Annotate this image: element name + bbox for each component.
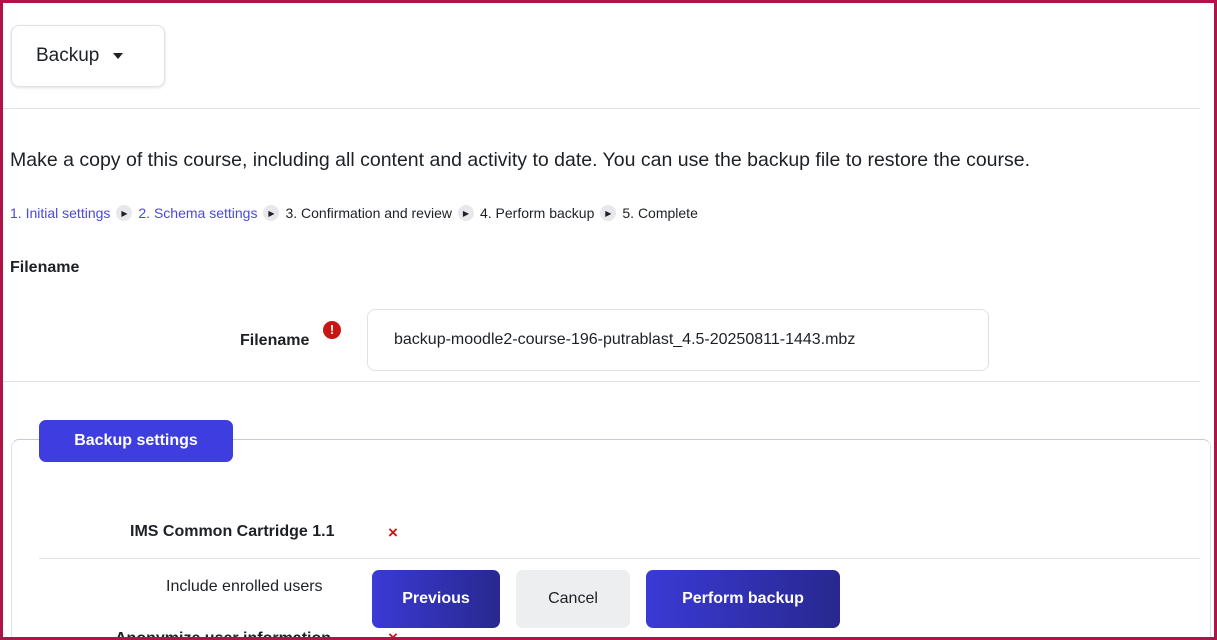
filename-input[interactable] bbox=[367, 309, 989, 371]
step-arrow-icon: ▶ bbox=[116, 205, 133, 221]
step-schema-settings[interactable]: 2. Schema settings bbox=[138, 205, 257, 221]
step-complete: 5. Complete bbox=[622, 205, 698, 221]
divider bbox=[3, 108, 1200, 109]
previous-button[interactable]: Previous bbox=[372, 570, 500, 628]
backup-dropdown[interactable]: Backup bbox=[11, 25, 165, 87]
chevron-down-icon bbox=[113, 53, 124, 59]
backup-dropdown-label: Backup bbox=[36, 45, 100, 66]
step-confirmation-review: 3. Confirmation and review bbox=[285, 205, 452, 221]
filename-section-heading: Filename bbox=[10, 259, 80, 276]
step-initial-settings[interactable]: 1. Initial settings bbox=[10, 205, 110, 221]
setting-label-ims-cc: IMS Common Cartridge 1.1 bbox=[130, 523, 335, 540]
step-perform-backup: 4. Perform backup bbox=[479, 205, 595, 221]
cross-icon: × bbox=[388, 523, 398, 542]
backup-steps-breadcrumb: 1. Initial settings ▶ 2. Schema settings… bbox=[10, 205, 698, 221]
page-content: Backup Make a copy of this course, inclu… bbox=[3, 3, 1214, 640]
step-arrow-icon: ▶ bbox=[263, 205, 280, 221]
cancel-button[interactable]: Cancel bbox=[516, 570, 630, 628]
step-arrow-icon: ▶ bbox=[457, 205, 474, 221]
filename-label: Filename bbox=[240, 332, 310, 349]
divider bbox=[3, 381, 1200, 382]
required-icon: ! bbox=[323, 321, 341, 339]
setting-label-include-users: Include enrolled users bbox=[166, 578, 323, 595]
cross-icon: × bbox=[388, 628, 398, 640]
perform-backup-button[interactable]: Perform backup bbox=[646, 570, 840, 628]
intro-text: Make a copy of this course, including al… bbox=[10, 149, 1031, 171]
step-arrow-icon: ▶ bbox=[600, 205, 617, 221]
setting-label-anonymize: Anonymize user information bbox=[115, 630, 332, 640]
backup-settings-legend[interactable]: Backup settings bbox=[39, 420, 233, 462]
divider bbox=[39, 558, 1200, 559]
